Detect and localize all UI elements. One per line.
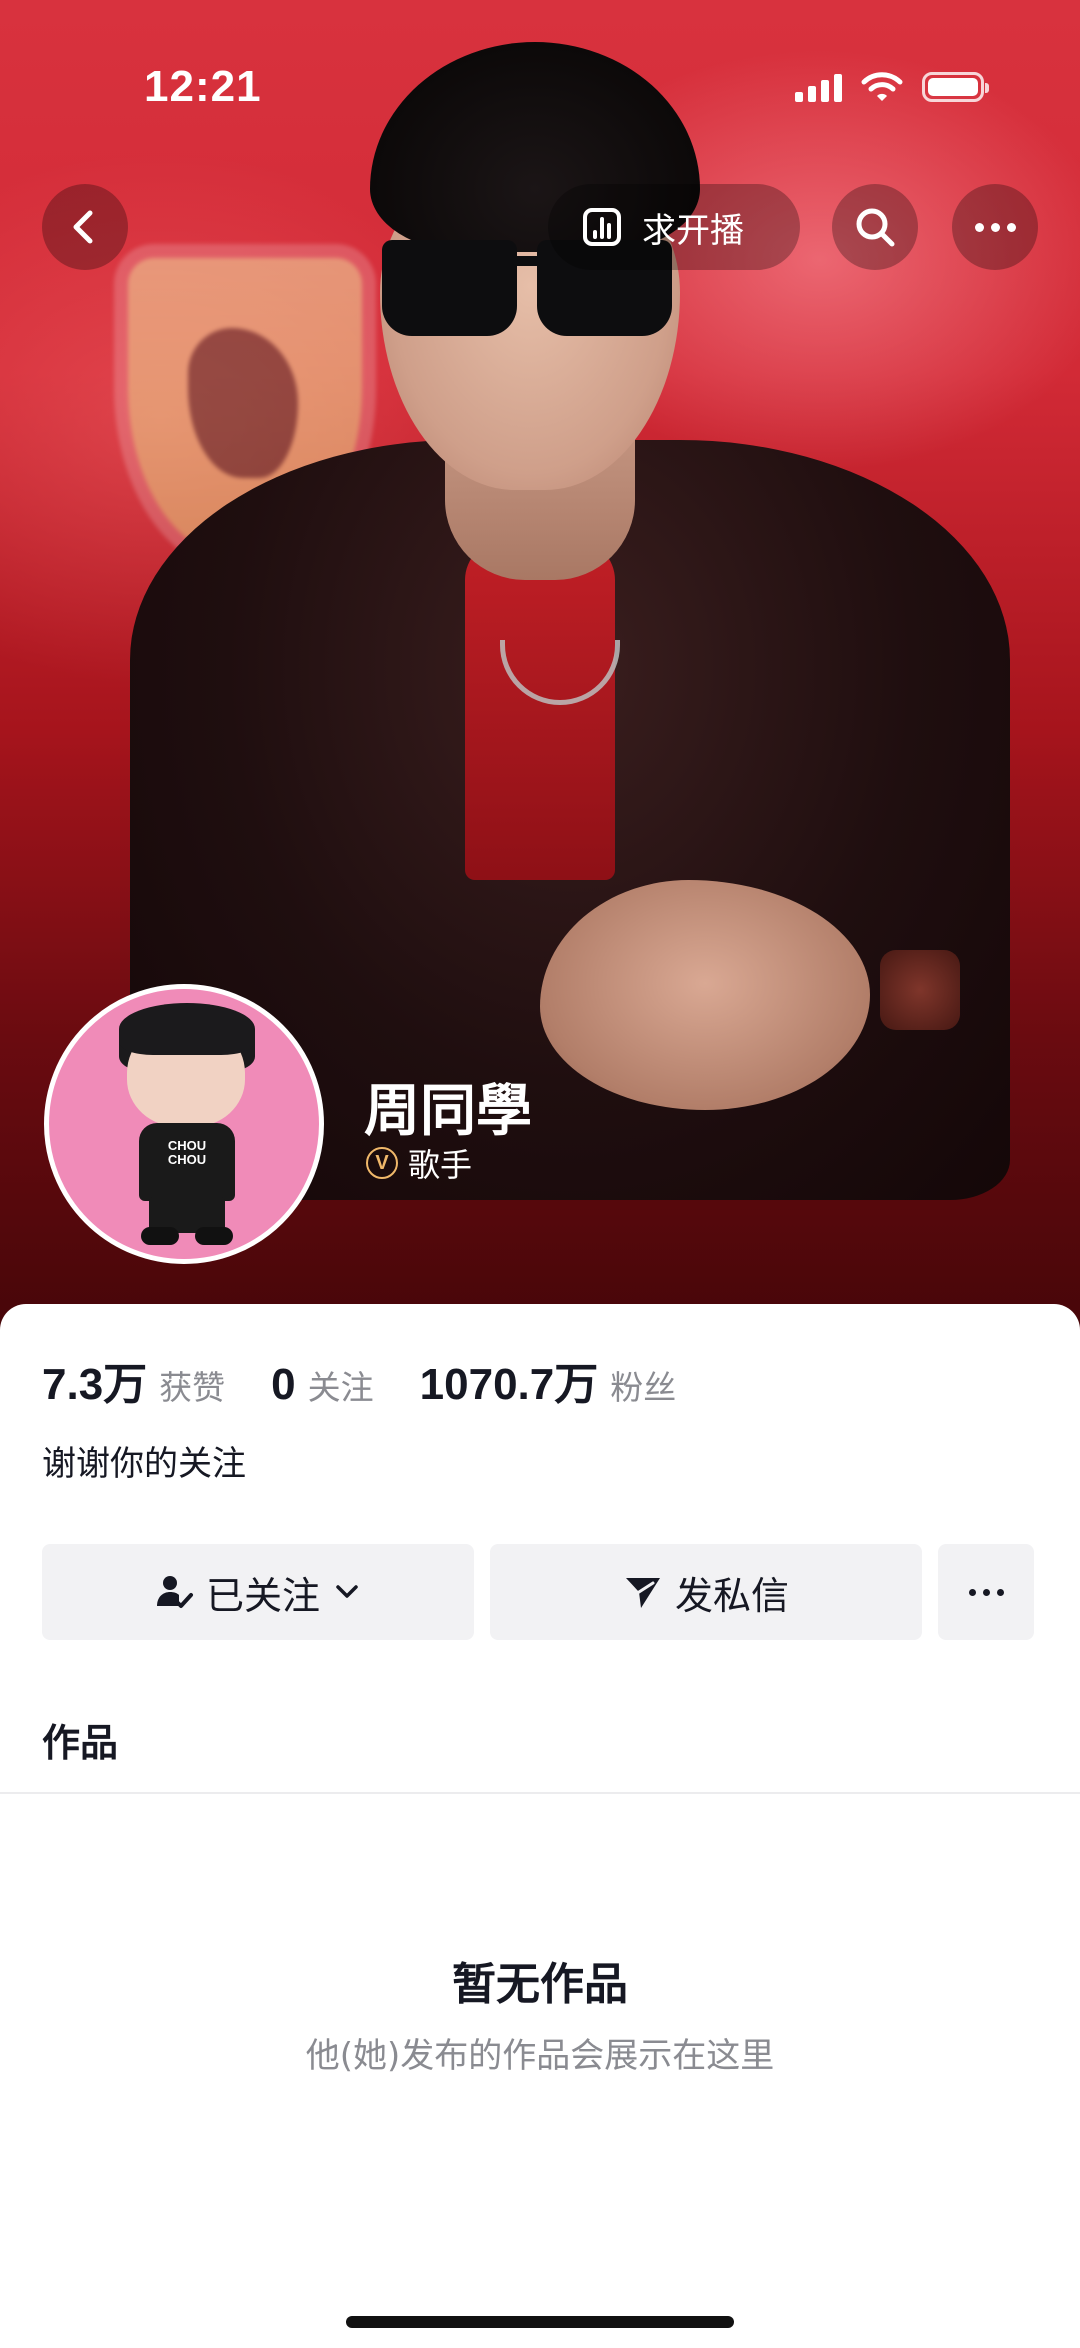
stat-following-value: 0 (271, 1360, 296, 1409)
profile-role-label: 歌手 (408, 1146, 473, 1184)
send-icon (625, 1578, 660, 1608)
stat-likes-label: 获赞 (159, 1368, 226, 1407)
profile-name: 周同學 (364, 1079, 532, 1144)
status-icons (795, 70, 989, 104)
profile-bio: 谢谢你的关注 (42, 1444, 246, 1484)
battery-icon (922, 72, 989, 102)
empty-state-title: 暂无作品 (452, 1959, 628, 2010)
request-live-label: 求开播 (642, 210, 744, 251)
tab-works[interactable]: 作品 (42, 1712, 118, 1767)
followed-button[interactable]: 已关注 (42, 1544, 474, 1640)
stat-likes-value: 7.3万 (42, 1360, 148, 1409)
request-live-button[interactable]: 求开播 (548, 184, 800, 270)
back-button[interactable] (42, 184, 128, 270)
verified-badge-icon: V (366, 1147, 398, 1179)
stat-followers[interactable]: 1070.7万 粉丝 (420, 1348, 677, 1412)
stat-followers-value: 1070.7万 (419, 1360, 599, 1409)
wifi-icon (861, 72, 903, 101)
home-indicator[interactable] (346, 2316, 734, 2328)
send-message-label: 发私信 (674, 1573, 789, 1618)
tab-divider (0, 1792, 1080, 1794)
status-time: 12:21 (144, 62, 262, 111)
more-horizontal-icon (968, 1588, 1004, 1596)
profile-role: V 歌手 (366, 1140, 472, 1186)
chevron-down-icon (336, 1585, 358, 1598)
followed-label: 已关注 (205, 1573, 320, 1618)
search-button[interactable] (832, 184, 918, 270)
watch-graphic (880, 950, 960, 1030)
send-message-button[interactable]: 发私信 (490, 1544, 922, 1640)
more-horizontal-icon (974, 222, 1016, 232)
more-actions-button[interactable] (938, 1544, 1034, 1640)
stat-followers-label: 粉丝 (610, 1368, 677, 1407)
avatar-shirt-logo: CHOU CHOU (167, 1138, 207, 1167)
profile-stats: 7.3万 获赞 0 关注 1070.7万 粉丝 (42, 1348, 722, 1412)
red-shirt-graphic (465, 540, 615, 880)
stat-following[interactable]: 0 关注 (271, 1360, 373, 1410)
search-icon (856, 208, 895, 247)
more-button[interactable] (952, 184, 1038, 270)
chevron-left-icon (73, 210, 93, 244)
profile-actions: 已关注 发私信 (42, 1544, 1034, 1640)
bar-chart-icon (583, 208, 621, 246)
stat-likes[interactable]: 7.3万 获赞 (42, 1348, 225, 1412)
user-check-icon (156, 1576, 193, 1608)
empty-state-subtitle: 他(她)发布的作品会展示在这里 (305, 2036, 775, 2076)
cellular-signal-icon (795, 72, 842, 102)
profile-info-panel: 7.3万 获赞 0 关注 1070.7万 粉丝 谢谢你的关注 已关注 发私信 作… (0, 1304, 1080, 2348)
stat-following-label: 关注 (307, 1368, 374, 1407)
avatar[interactable]: CHOU CHOU (44, 984, 324, 1264)
